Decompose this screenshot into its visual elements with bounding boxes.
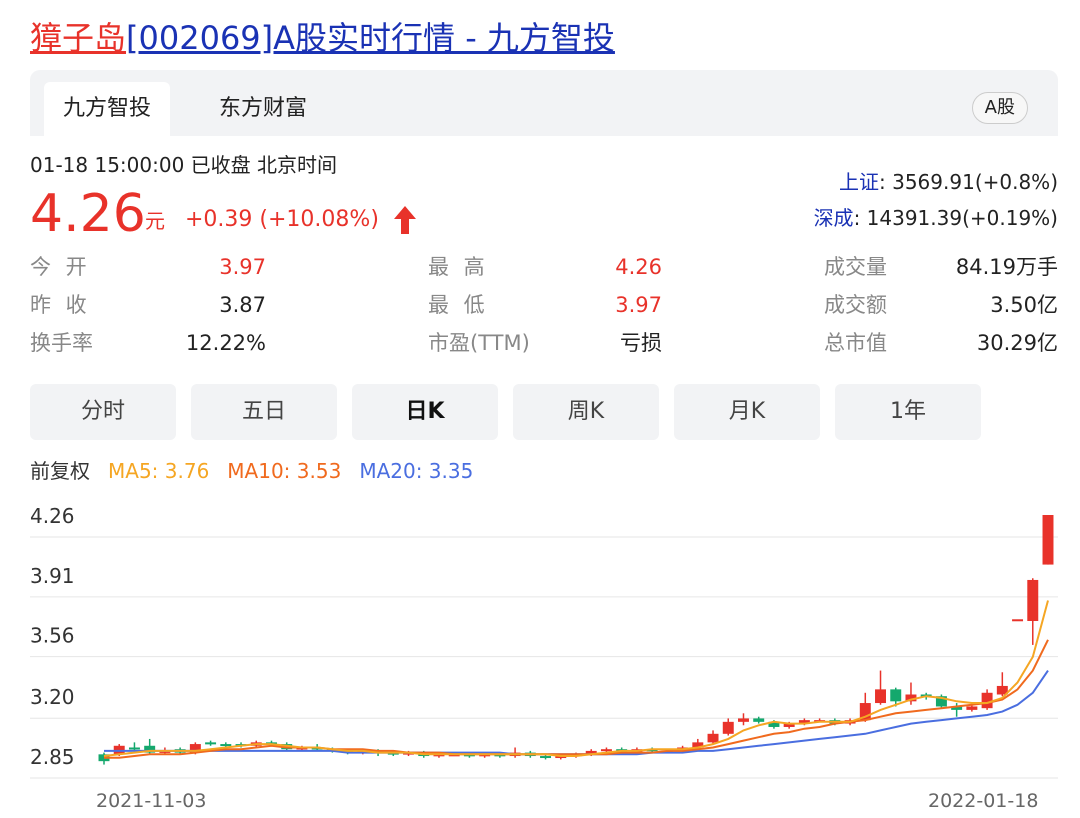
candle-body [890,689,902,702]
candle-body [981,692,993,709]
ma5-label: MA5: 3.76 [108,459,210,483]
tab-intraday[interactable]: 分时 [30,384,176,440]
x-start-label: 2021-11-03 [96,790,207,812]
prev-close-value: 3.87 [219,293,266,317]
index-value-sh: : 3569.91(+0.8%) [879,170,1058,194]
index-shanghai: 上证: 3569.91(+0.8%) [839,167,1058,197]
status-line: 01-18 15:00:00 已收盘 北京时间 [30,153,338,177]
tab-jiufang[interactable]: 九方智投 [44,82,170,136]
amount-value: 3.50亿 [990,293,1058,317]
market-badge[interactable]: A股 [971,92,1028,124]
turnover-value: 12.22% [185,331,266,355]
current-price: 4.26 [30,184,146,244]
pe-label: 市盈(TTM) [428,331,530,355]
x-end-label: 2022-01-18 [928,790,1039,812]
candle-body [128,747,140,750]
y-tick-label: 3.20 [30,685,75,709]
tab-daily-k[interactable]: 日K [352,384,498,440]
adjust-label[interactable]: 前复权 [30,459,90,483]
y-tick-label: 4.26 [30,504,75,528]
page-title: 獐子岛[002069]A股实时行情 - 九方智投 [30,14,615,62]
candle-body [875,689,886,704]
candle-body [707,733,719,743]
turnover-label: 换手率 [30,331,93,355]
stock-name-link[interactable]: 獐子岛 [30,19,126,57]
mktcap-label: 总市值 [824,331,887,355]
volume-value: 84.19万手 [955,255,1058,279]
candle-body [540,756,552,759]
y-tick-label: 2.85 [30,745,75,769]
candle-body [1042,515,1054,565]
tab-monthly-k[interactable]: 月K [674,384,820,440]
y-tick-label: 3.56 [30,624,75,648]
candle-body [600,749,612,752]
tab-weekly-k[interactable]: 周K [513,384,659,440]
mktcap-value: 30.29亿 [976,331,1058,355]
index-name-sz[interactable]: 深成 [814,206,854,230]
volume-label: 成交量 [824,255,887,279]
candle-body [205,742,217,745]
ma5-line [103,600,1049,757]
up-arrow-icon [394,206,416,234]
low-label: 最 低 [428,293,489,317]
index-shenzhen: 深成: 14391.39(+0.19%) [814,203,1058,233]
page-title-link[interactable]: [002069]A股实时行情 - 九方智投 [126,19,615,57]
open-value: 3.97 [219,255,266,279]
candle-body [722,721,734,734]
kline-chart[interactable]: 4.26 3.91 3.56 3.20 2.85 [0,500,1080,790]
high-value: 4.26 [615,255,662,279]
candle-body [1012,619,1024,622]
open-label: 今 开 [30,255,91,279]
candle-body [738,718,749,722]
candle-body [753,718,765,722]
candle-body [966,706,978,710]
tab-dongfang[interactable]: 东方财富 [190,82,336,136]
source-tabbar: 九方智投 东方财富 A股 [30,70,1058,136]
ma20-label: MA20: 3.35 [359,459,474,483]
candle-body [1027,579,1039,621]
tab-five-day[interactable]: 五日 [191,384,337,440]
price-unit: 元 [145,209,165,233]
index-value-sz: : 14391.39(+0.19%) [853,206,1058,230]
candle-body [220,744,232,747]
amount-label: 成交额 [824,293,887,317]
index-name-sh[interactable]: 上证 [839,170,879,194]
price-change: +0.39 (+10.08%) [185,207,379,232]
low-value: 3.97 [615,293,662,317]
pe-value: 亏损 [620,331,662,355]
ma-legend: 前复权 MA5: 3.76 MA10: 3.53 MA20: 3.35 [30,456,491,486]
tab-one-year[interactable]: 1年 [835,384,981,440]
ma10-label: MA10: 3.53 [227,459,342,483]
y-tick-label: 3.91 [30,564,75,588]
high-label: 最 高 [428,255,489,279]
prev-close-label: 昨 收 [30,293,91,317]
